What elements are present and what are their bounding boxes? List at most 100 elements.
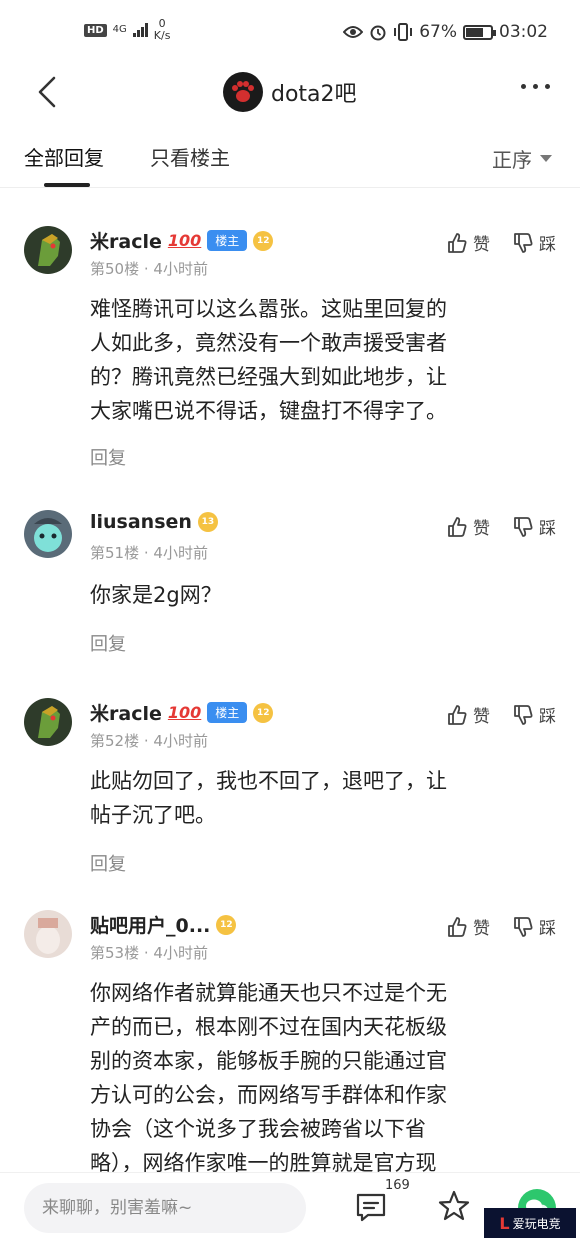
- thumbs-down-icon: [514, 516, 533, 537]
- avatar[interactable]: [24, 226, 72, 274]
- reply-item: 贴吧用户_0... 12 第53楼 · 4小时前 赞 踩 你网络作者就算能通天也…: [0, 880, 580, 1174]
- like-label: 赞: [473, 707, 490, 727]
- more-icon[interactable]: [521, 84, 550, 89]
- dislike-label: 踩: [539, 519, 556, 539]
- reply-button[interactable]: 回复: [90, 850, 126, 876]
- username[interactable]: 贴吧用户_0...: [90, 911, 210, 938]
- floor-number: 第50楼: [90, 260, 140, 278]
- level-badge: 13: [197, 512, 218, 532]
- floor-number: 第52楼: [90, 732, 140, 750]
- like-label: 赞: [473, 519, 490, 539]
- logo-mark: L: [499, 1213, 510, 1233]
- post-time: 4小时前: [153, 732, 208, 750]
- reply-item: 米racle 100 楼主 12 第52楼 · 4小时前 赞 踩 此贴勿回了，我…: [0, 668, 580, 880]
- status-left: HD 4G 0 K/s: [84, 18, 170, 42]
- reply-button[interactable]: 回复: [90, 630, 126, 656]
- reply-item: liusansen 13 第51楼 · 4小时前 赞 踩 你家是2g网？ 回复: [0, 480, 580, 660]
- level-badge: 12: [216, 914, 237, 935]
- eye-icon: [343, 26, 364, 38]
- reply-feed: 米racle 100 楼主 12 第50楼 · 4小时前 赞 踩 难怪腾讯可以这…: [0, 196, 580, 1174]
- post-content: 你网络作者就算能通天也只不过是个无 产的而已，根本刚不过在国内天花板级 别的资本…: [90, 976, 556, 1174]
- battery-fill: [466, 27, 484, 37]
- username[interactable]: 米racle: [90, 227, 162, 254]
- battery-percent: 67%: [419, 22, 457, 42]
- forum-logo: [223, 72, 263, 112]
- content-line: 此贴勿回了，我也不回了，退吧了，让: [90, 769, 447, 793]
- post-content: 你家是2g网？: [90, 578, 556, 612]
- post-meta: 第53楼 · 4小时前: [90, 944, 208, 962]
- tab-owner-only[interactable]: 只看楼主: [150, 142, 230, 171]
- tab-all-replies[interactable]: 全部回复: [24, 142, 104, 171]
- dislike-label: 踩: [539, 707, 556, 727]
- star-icon[interactable]: [437, 1189, 471, 1223]
- content-line: 人如此多，竟然没有一个敢声援受害者: [90, 331, 447, 355]
- forum-header[interactable]: dota2吧: [223, 72, 357, 112]
- reply-item: 米racle 100 楼主 12 第50楼 · 4小时前 赞 踩 难怪腾讯可以这…: [0, 196, 580, 476]
- back-icon[interactable]: [34, 74, 64, 110]
- post-meta: 第51楼 · 4小时前: [90, 544, 208, 562]
- hundred-icon: 100: [167, 231, 202, 250]
- content-line: 略），网络作家唯一的胜算就是官方现: [90, 1151, 437, 1174]
- thumbs-up-icon: [448, 916, 467, 937]
- chevron-down-icon: [540, 155, 552, 162]
- sort-dropdown[interactable]: 正序: [492, 144, 552, 173]
- post-time: 4小时前: [153, 260, 208, 278]
- thumbs-up-icon: [448, 704, 467, 725]
- post-time: 4小时前: [153, 544, 208, 562]
- like-button[interactable]: 赞: [446, 914, 490, 939]
- username[interactable]: liusansen: [90, 511, 192, 533]
- tab-indicator: [44, 183, 90, 187]
- floor-number: 第51楼: [90, 544, 140, 562]
- hd-badge: HD: [84, 23, 107, 37]
- reply-tabs: 全部回复 只看楼主 正序: [0, 130, 580, 188]
- paw-icon: [232, 81, 254, 102]
- username-row: 贴吧用户_0... 12: [90, 911, 237, 938]
- comment-icon[interactable]: [354, 1191, 388, 1223]
- dislike-label: 踩: [539, 235, 556, 255]
- dislike-button[interactable]: 踩: [512, 914, 556, 939]
- content-line: 你家是2g网？: [90, 583, 222, 607]
- status-right: 67% 03:02: [343, 22, 548, 42]
- username-row: 米racle 100 楼主 12: [90, 699, 274, 726]
- like-button[interactable]: 赞: [446, 230, 490, 255]
- watermark-logo: L 爱玩电竞: [484, 1208, 576, 1238]
- content-line: 的？腾讯竟然已经强大到如此地步，让: [90, 365, 447, 389]
- like-button[interactable]: 赞: [446, 702, 490, 727]
- thumbs-down-icon: [514, 232, 533, 253]
- content-line: 方认可的公会，而网络写手群体和作家: [90, 1083, 447, 1107]
- post-meta: 第50楼 · 4小时前: [90, 260, 208, 278]
- like-button[interactable]: 赞: [446, 514, 490, 539]
- alarm-icon: [370, 25, 386, 41]
- post-meta: 第52楼 · 4小时前: [90, 732, 208, 750]
- content-line: 大家嘴巴说不得话，键盘打不得字了。: [90, 399, 447, 423]
- username[interactable]: 米racle: [90, 699, 162, 726]
- content-line: 别的资本家，能够板手腕的只能通过官: [90, 1049, 447, 1073]
- thumbs-up-icon: [448, 516, 467, 537]
- dislike-button[interactable]: 踩: [512, 702, 556, 727]
- dislike-button[interactable]: 踩: [512, 514, 556, 539]
- vibrate-icon: [394, 23, 413, 41]
- like-label: 赞: [473, 235, 490, 255]
- avatar[interactable]: [24, 698, 72, 746]
- signal-icon: [132, 23, 148, 37]
- post-actions: 赞 踩: [446, 514, 556, 539]
- watermark-text: 爱玩电竞: [512, 1216, 561, 1231]
- battery-icon: [463, 24, 496, 40]
- status-bar: HD 4G 0 K/s 67% 03:02: [0, 0, 580, 66]
- username-row: liusansen 13: [90, 511, 218, 533]
- floor-number: 第53楼: [90, 944, 140, 962]
- owner-badge: 楼主: [207, 230, 248, 251]
- post-content: 难怪腾讯可以这么嚣张。这贴里回复的 人如此多，竟然没有一个敢声援受害者 的？腾讯…: [90, 292, 556, 428]
- top-nav: dota2吧: [0, 66, 580, 118]
- reply-button[interactable]: 回复: [90, 444, 126, 470]
- dislike-button[interactable]: 踩: [512, 230, 556, 255]
- comment-input[interactable]: 来聊聊，别害羞嘛~: [24, 1183, 306, 1233]
- avatar[interactable]: [24, 510, 72, 558]
- clock: 03:02: [499, 22, 548, 42]
- content-line: 帖子沉了吧。: [90, 803, 216, 827]
- level-badge: 12: [253, 702, 274, 723]
- content-line: 你网络作者就算能通天也只不过是个无: [90, 981, 447, 1005]
- avatar[interactable]: [24, 910, 72, 958]
- hundred-icon: 100: [167, 703, 202, 722]
- speed-unit: K/s: [153, 29, 171, 42]
